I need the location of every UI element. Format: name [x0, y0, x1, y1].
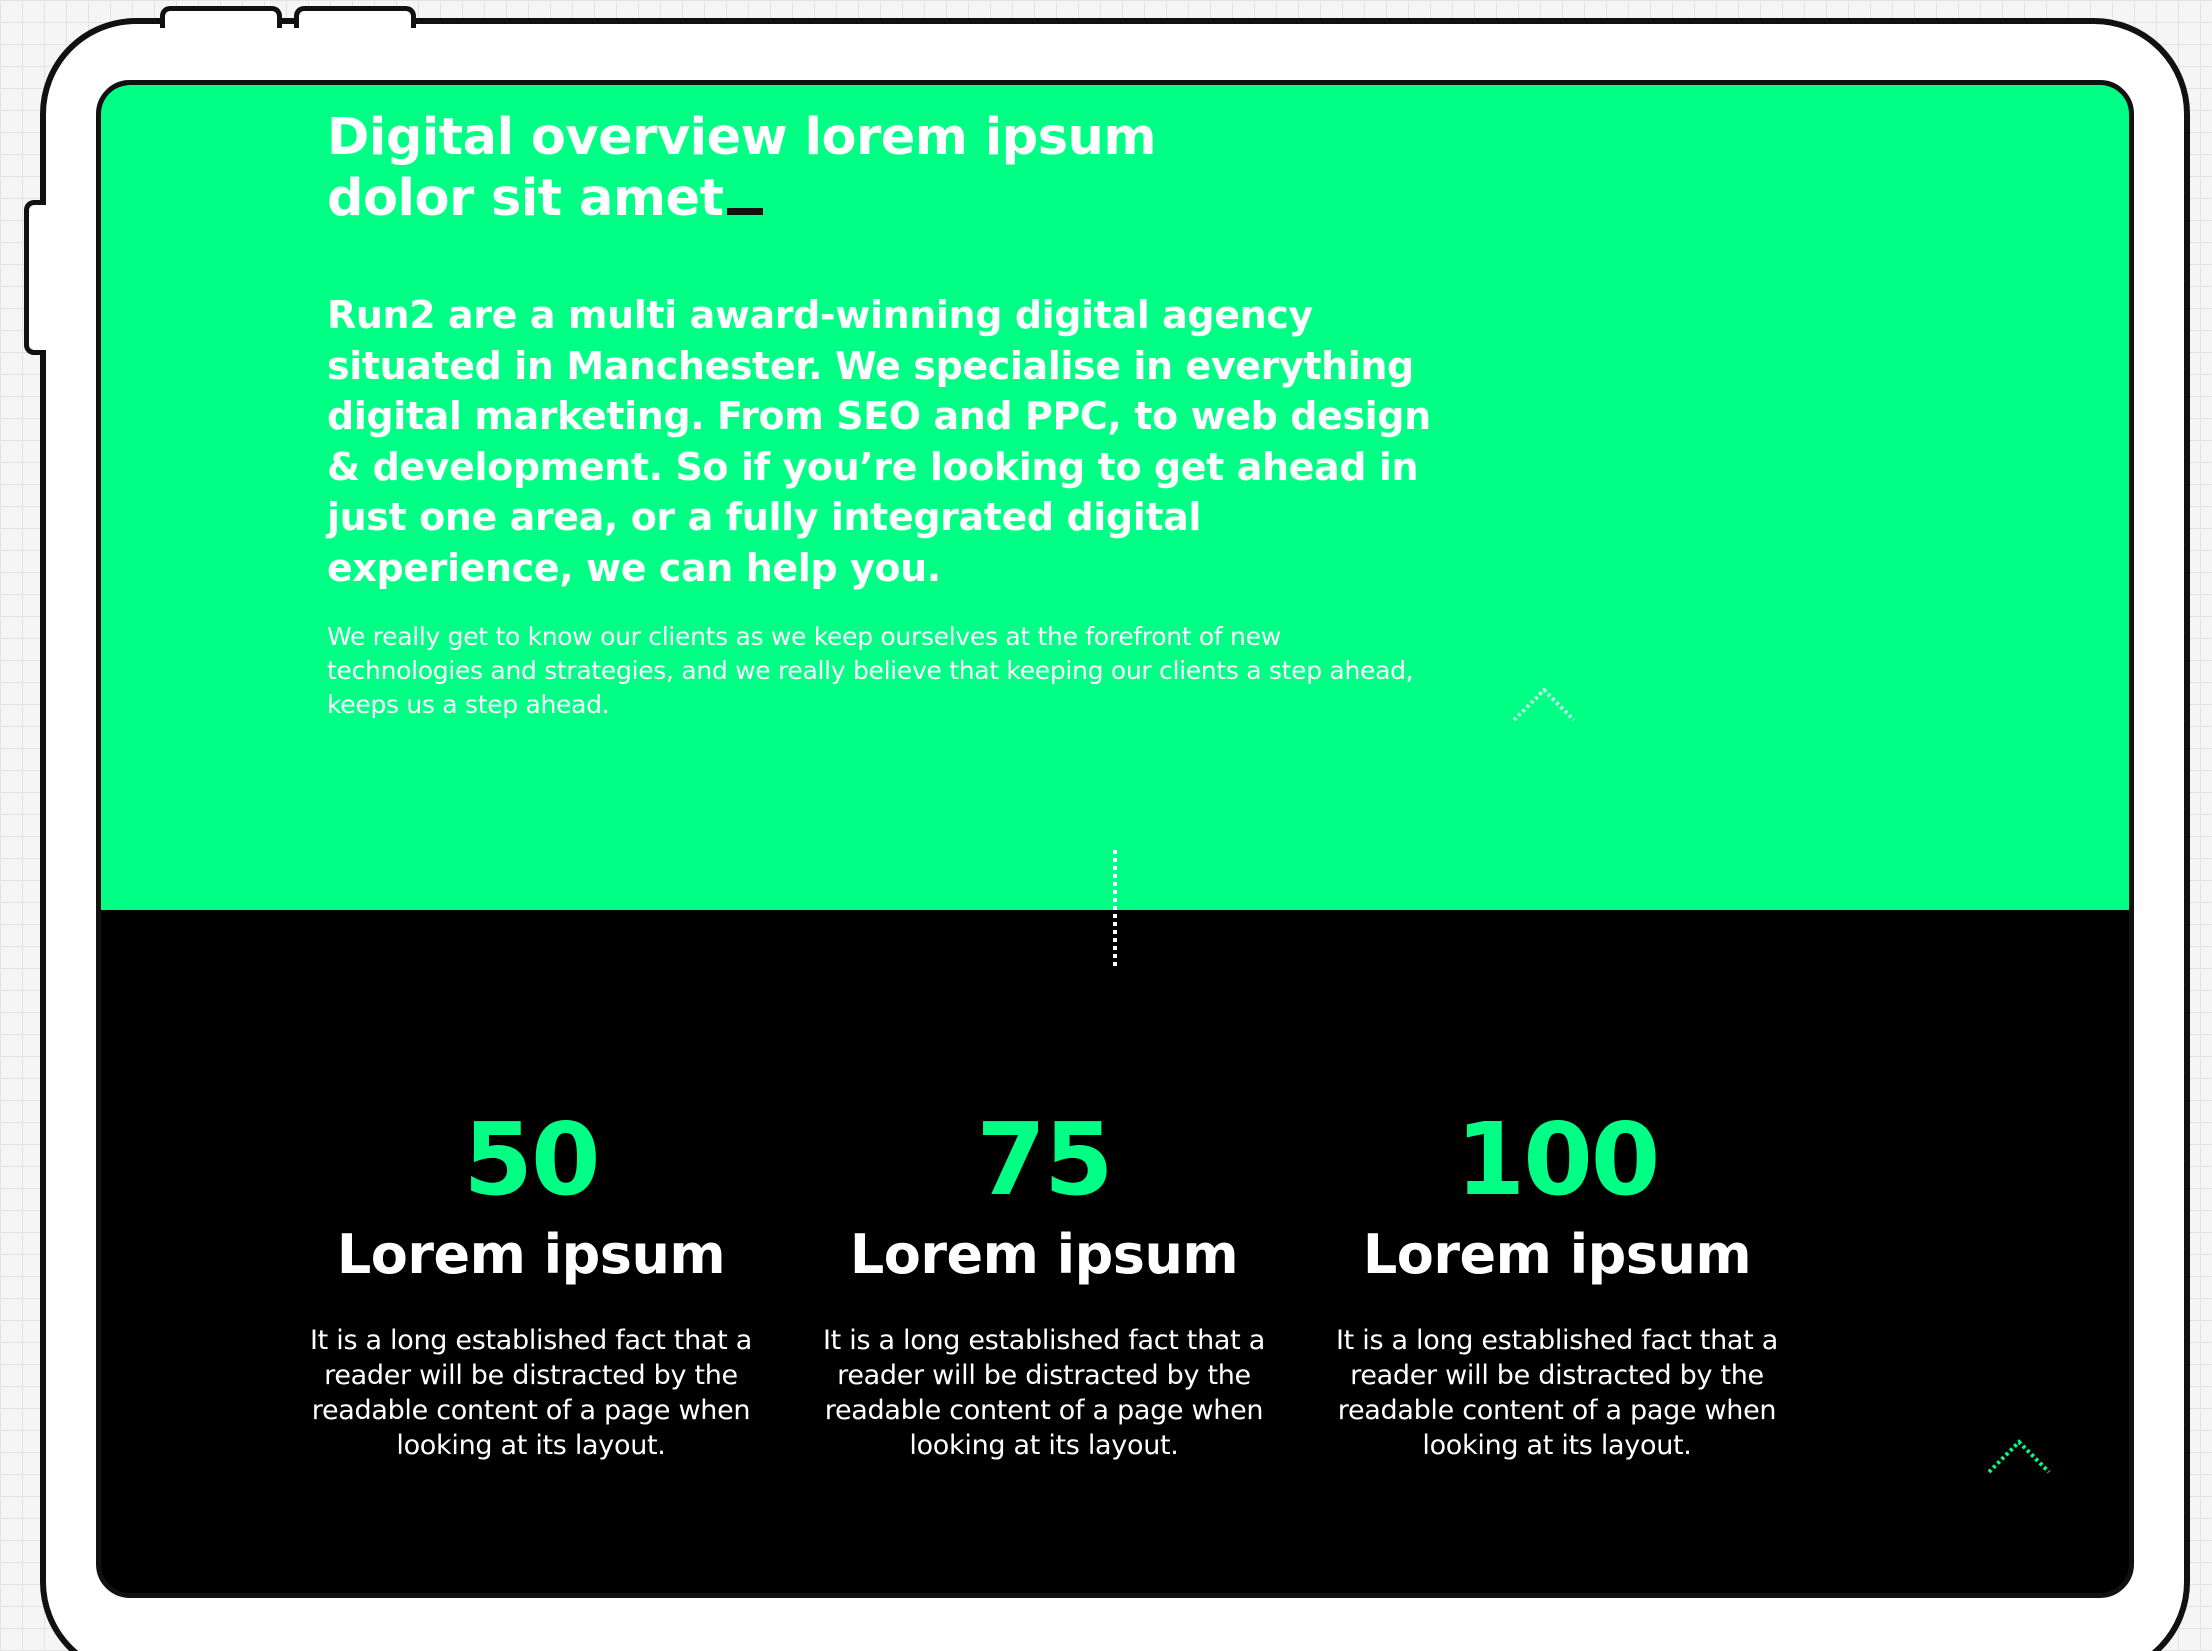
stat-item: 100 Lorem ipsum It is a long established… [1307, 1105, 1807, 1463]
section-divider [1113, 850, 1117, 968]
stat-title: Lorem ipsum [849, 1223, 1239, 1286]
stat-item: 75 Lorem ipsum It is a long established … [794, 1105, 1294, 1463]
tablet-top-button [160, 6, 282, 28]
tablet-screen: Digital overview lorem ipsum dolor sit a… [96, 80, 2134, 1598]
stat-title: Lorem ipsum [1362, 1223, 1752, 1286]
stat-title: Lorem ipsum [336, 1223, 726, 1286]
page-title-line-2-text: dolor sit amet [327, 169, 724, 228]
stats-section: 50 Lorem ipsum It is a long established … [281, 1105, 1821, 1505]
intro-paragraph: Run2 are a multi award-winning digital a… [327, 293, 1431, 590]
stat-number: 75 [976, 1101, 1113, 1218]
stat-description: It is a long established fact that a rea… [310, 1325, 752, 1461]
stat-description: It is a long established fact that a rea… [823, 1325, 1265, 1461]
text-cursor-icon [727, 208, 764, 215]
chevron-up-icon[interactable] [1986, 1437, 2052, 1475]
stat-description: It is a long established fact that a rea… [1336, 1325, 1778, 1461]
page-title-line-1: Digital overview lorem ipsum [327, 108, 1157, 167]
body-paragraph: We really get to know our clients as we … [327, 622, 1414, 719]
stat-item: 50 Lorem ipsum It is a long established … [281, 1105, 781, 1463]
stat-number: 50 [463, 1101, 600, 1218]
page-title: Digital overview lorem ipsum dolor sit a… [327, 107, 1327, 229]
tablet-top-button [294, 6, 416, 28]
chevron-up-icon[interactable] [1511, 685, 1577, 723]
hero-section: Digital overview lorem ipsum dolor sit a… [101, 85, 2129, 910]
tablet-side-button [24, 200, 46, 355]
page-title-line-2: dolor sit amet [327, 168, 1327, 229]
stat-number: 100 [1455, 1101, 1661, 1218]
